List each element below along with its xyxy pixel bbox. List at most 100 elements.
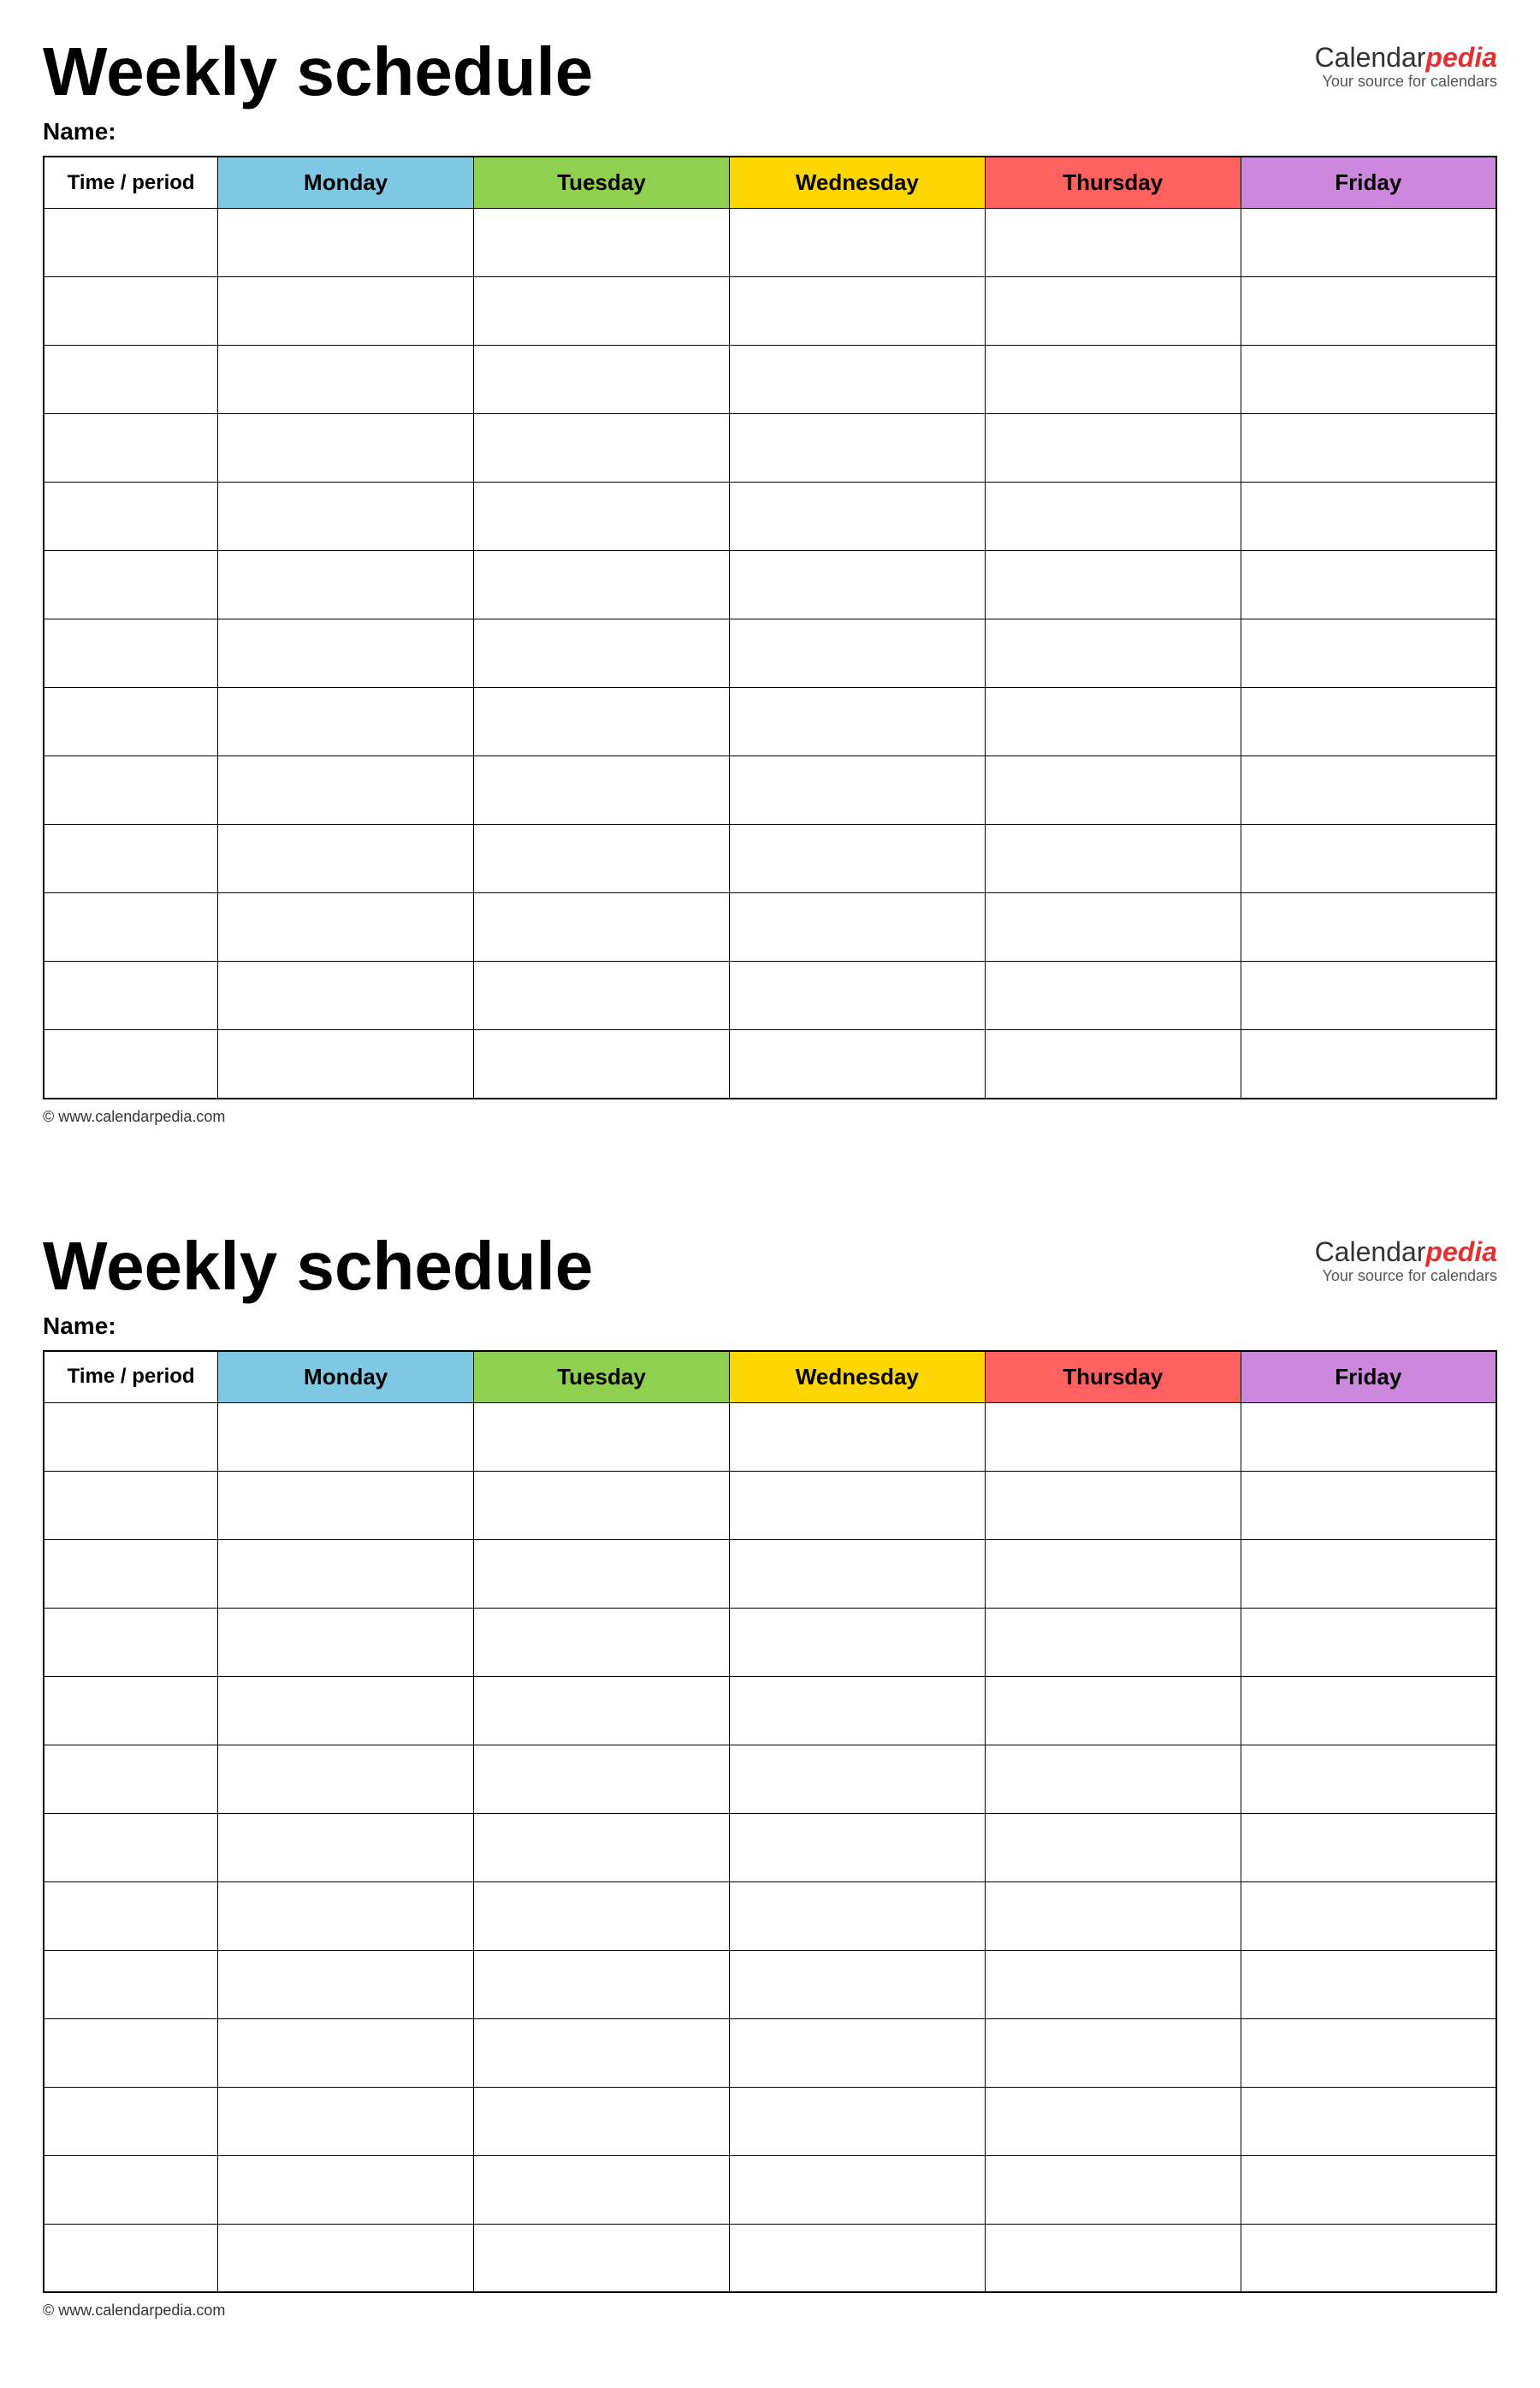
- cell-friday[interactable]: [1241, 1471, 1496, 1539]
- cell-wednesday[interactable]: [729, 2087, 985, 2155]
- cell-time[interactable]: [44, 346, 218, 414]
- cell-time[interactable]: [44, 414, 218, 483]
- cell-friday[interactable]: [1241, 483, 1496, 551]
- cell-time[interactable]: [44, 1402, 218, 1471]
- cell-friday[interactable]: [1241, 893, 1496, 962]
- cell-thursday[interactable]: [985, 1608, 1241, 1676]
- cell-monday[interactable]: [218, 1881, 474, 1950]
- cell-wednesday[interactable]: [729, 1539, 985, 1608]
- cell-time[interactable]: [44, 2224, 218, 2292]
- cell-monday[interactable]: [218, 277, 474, 346]
- cell-friday[interactable]: [1241, 2155, 1496, 2224]
- cell-friday[interactable]: [1241, 2224, 1496, 2292]
- cell-friday[interactable]: [1241, 688, 1496, 756]
- cell-monday[interactable]: [218, 1950, 474, 2018]
- cell-wednesday[interactable]: [729, 1471, 985, 1539]
- cell-thursday[interactable]: [985, 1539, 1241, 1608]
- cell-wednesday[interactable]: [729, 1030, 985, 1099]
- cell-tuesday[interactable]: [474, 756, 730, 825]
- cell-tuesday[interactable]: [474, 414, 730, 483]
- cell-tuesday[interactable]: [474, 1471, 730, 1539]
- cell-friday[interactable]: [1241, 346, 1496, 414]
- cell-thursday[interactable]: [985, 483, 1241, 551]
- cell-wednesday[interactable]: [729, 1813, 985, 1881]
- cell-time[interactable]: [44, 209, 218, 277]
- cell-time[interactable]: [44, 619, 218, 688]
- cell-time[interactable]: [44, 1950, 218, 2018]
- cell-friday[interactable]: [1241, 962, 1496, 1030]
- cell-thursday[interactable]: [985, 1676, 1241, 1745]
- cell-friday[interactable]: [1241, 1813, 1496, 1881]
- cell-wednesday[interactable]: [729, 688, 985, 756]
- cell-tuesday[interactable]: [474, 1950, 730, 2018]
- cell-wednesday[interactable]: [729, 209, 985, 277]
- cell-wednesday[interactable]: [729, 619, 985, 688]
- cell-tuesday[interactable]: [474, 619, 730, 688]
- cell-friday[interactable]: [1241, 2018, 1496, 2087]
- cell-wednesday[interactable]: [729, 1676, 985, 1745]
- cell-friday[interactable]: [1241, 209, 1496, 277]
- cell-thursday[interactable]: [985, 893, 1241, 962]
- cell-friday[interactable]: [1241, 2087, 1496, 2155]
- cell-friday[interactable]: [1241, 1676, 1496, 1745]
- cell-thursday[interactable]: [985, 1881, 1241, 1950]
- cell-time[interactable]: [44, 1676, 218, 1745]
- cell-friday[interactable]: [1241, 1030, 1496, 1099]
- cell-monday[interactable]: [218, 1608, 474, 1676]
- cell-wednesday[interactable]: [729, 1950, 985, 2018]
- cell-tuesday[interactable]: [474, 2155, 730, 2224]
- cell-monday[interactable]: [218, 893, 474, 962]
- cell-monday[interactable]: [218, 619, 474, 688]
- cell-tuesday[interactable]: [474, 2087, 730, 2155]
- cell-monday[interactable]: [218, 1676, 474, 1745]
- cell-monday[interactable]: [218, 1745, 474, 1813]
- cell-thursday[interactable]: [985, 346, 1241, 414]
- cell-thursday[interactable]: [985, 277, 1241, 346]
- cell-wednesday[interactable]: [729, 2018, 985, 2087]
- cell-monday[interactable]: [218, 1402, 474, 1471]
- cell-thursday[interactable]: [985, 962, 1241, 1030]
- cell-wednesday[interactable]: [729, 414, 985, 483]
- cell-monday[interactable]: [218, 346, 474, 414]
- cell-wednesday[interactable]: [729, 962, 985, 1030]
- cell-thursday[interactable]: [985, 2018, 1241, 2087]
- cell-thursday[interactable]: [985, 1402, 1241, 1471]
- cell-time[interactable]: [44, 1813, 218, 1881]
- cell-wednesday[interactable]: [729, 825, 985, 893]
- cell-tuesday[interactable]: [474, 1608, 730, 1676]
- cell-monday[interactable]: [218, 1813, 474, 1881]
- cell-friday[interactable]: [1241, 756, 1496, 825]
- cell-monday[interactable]: [218, 825, 474, 893]
- cell-monday[interactable]: [218, 962, 474, 1030]
- cell-thursday[interactable]: [985, 688, 1241, 756]
- cell-time[interactable]: [44, 1539, 218, 1608]
- cell-monday[interactable]: [218, 2155, 474, 2224]
- cell-tuesday[interactable]: [474, 2224, 730, 2292]
- cell-time[interactable]: [44, 277, 218, 346]
- cell-thursday[interactable]: [985, 2224, 1241, 2292]
- cell-thursday[interactable]: [985, 2087, 1241, 2155]
- cell-thursday[interactable]: [985, 1950, 1241, 2018]
- cell-tuesday[interactable]: [474, 1676, 730, 1745]
- cell-wednesday[interactable]: [729, 2224, 985, 2292]
- cell-thursday[interactable]: [985, 551, 1241, 619]
- cell-time[interactable]: [44, 2018, 218, 2087]
- cell-time[interactable]: [44, 1030, 218, 1099]
- cell-time[interactable]: [44, 962, 218, 1030]
- cell-tuesday[interactable]: [474, 1745, 730, 1813]
- cell-time[interactable]: [44, 1745, 218, 1813]
- cell-friday[interactable]: [1241, 1539, 1496, 1608]
- cell-monday[interactable]: [218, 2018, 474, 2087]
- cell-time[interactable]: [44, 2087, 218, 2155]
- cell-monday[interactable]: [218, 414, 474, 483]
- cell-wednesday[interactable]: [729, 346, 985, 414]
- cell-friday[interactable]: [1241, 825, 1496, 893]
- cell-monday[interactable]: [218, 2087, 474, 2155]
- cell-time[interactable]: [44, 551, 218, 619]
- cell-monday[interactable]: [218, 1030, 474, 1099]
- cell-monday[interactable]: [218, 209, 474, 277]
- cell-friday[interactable]: [1241, 277, 1496, 346]
- cell-tuesday[interactable]: [474, 688, 730, 756]
- cell-tuesday[interactable]: [474, 483, 730, 551]
- cell-tuesday[interactable]: [474, 2018, 730, 2087]
